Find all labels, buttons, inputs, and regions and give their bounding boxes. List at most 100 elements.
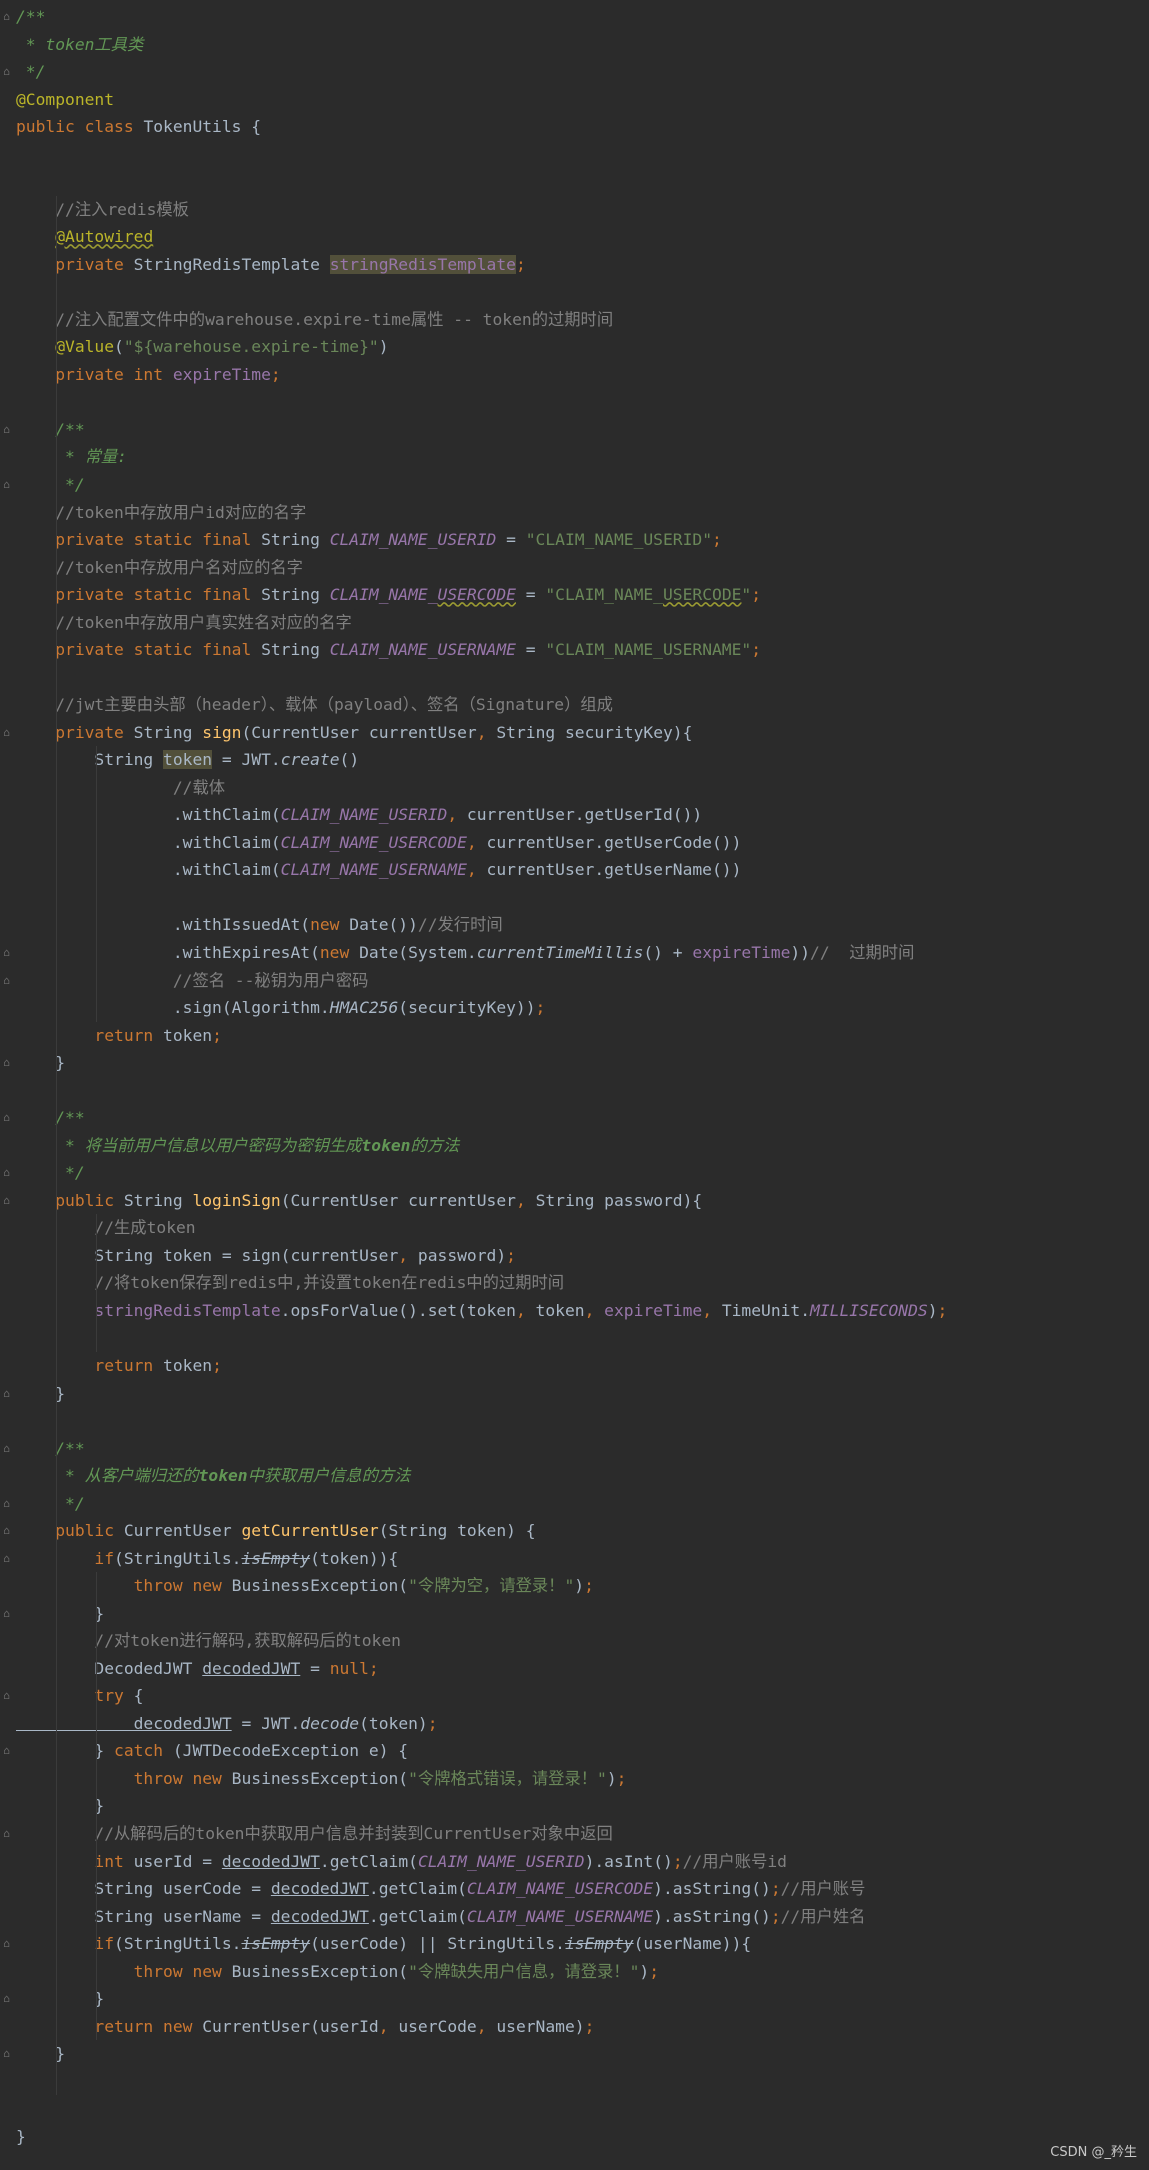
code-line[interactable]: .withClaim(CLAIM_NAME_USERID, currentUse… [16, 801, 702, 828]
fold-marker-icon[interactable]: ⌂ [2, 1111, 11, 1124]
fold-marker-icon[interactable]: ⌂ [2, 1497, 11, 1510]
code-line[interactable]: DecodedJWT decodedJWT = null; [16, 1655, 378, 1682]
code-line[interactable]: throw new BusinessException("令牌缺失用户信息，请登… [16, 1958, 659, 1985]
code-line[interactable]: /** [16, 1435, 84, 1462]
code-line[interactable]: public class TokenUtils { [16, 113, 261, 140]
code-line[interactable]: try { [16, 1682, 143, 1709]
code-line[interactable]: /** [16, 416, 84, 443]
fold-marker-icon[interactable]: ⌂ [2, 974, 11, 987]
code-line[interactable]: return new CurrentUser(userId, userCode,… [16, 2013, 594, 2040]
code-line[interactable]: if(StringUtils.isEmpty(userCode) || Stri… [16, 1930, 751, 1957]
code-line[interactable]: .withClaim(CLAIM_NAME_USERNAME, currentU… [16, 856, 742, 883]
code-line[interactable]: } [16, 1600, 104, 1627]
code-line[interactable]: .withClaim(CLAIM_NAME_USERCODE, currentU… [16, 829, 742, 856]
code-line[interactable]: private StringRedisTemplate stringRedisT… [16, 251, 526, 278]
indent-guide [96, 746, 97, 1022]
code-line[interactable]: } [16, 2040, 65, 2067]
code-line[interactable]: @Component [16, 86, 114, 113]
fold-marker-icon[interactable]: ⌂ [2, 1442, 11, 1455]
fold-marker-icon[interactable]: ⌂ [2, 1992, 11, 2005]
fold-marker-icon[interactable]: ⌂ [2, 726, 11, 739]
code-line[interactable]: public CurrentUser getCurrentUser(String… [16, 1517, 536, 1544]
code-line[interactable]: /** [16, 1104, 84, 1131]
code-line[interactable]: private static final String CLAIM_NAME_U… [16, 526, 722, 553]
fold-marker-icon[interactable]: ⌂ [2, 1387, 11, 1400]
code-line[interactable]: private static final String CLAIM_NAME_U… [16, 581, 761, 608]
code-token: ; [751, 585, 762, 605]
code-line[interactable]: //jwt主要由头部（header）、载体（payload）、签名（Signat… [16, 691, 613, 718]
code-line[interactable]: int userId = decodedJWT.getClaim(CLAIM_N… [16, 1848, 787, 1875]
code-line[interactable]: //生成token [16, 1214, 195, 1241]
code-editor[interactable]: ⌂ ⌂ ⌂ ⌂ ⌂ ⌂ ⌂ ⌂ ⌂ ⌂ ⌂ ⌂ ⌂ ⌂ ⌂ ⌂ ⌂ ⌂ ⌂ ⌂ ⌂ ⌂ ⌂ /** * token工具类 *… [0, 0, 1149, 2170]
code-token: (String token) { [378, 1521, 536, 1541]
code-token: //签名 --秘钥为用户密码 [16, 970, 369, 990]
code-line[interactable]: /** [16, 3, 45, 30]
code-area[interactable]: /** * token工具类 */ @Component public class … [16, 0, 1141, 2170]
code-line[interactable]: //签名 --秘钥为用户密码 [16, 967, 369, 994]
code-line[interactable]: } [16, 1985, 104, 2012]
code-line[interactable]: .withIssuedAt(new Date())//发行时间 [16, 911, 503, 938]
code-line[interactable]: //注入配置文件中的warehouse.expire-time属性 -- tok… [16, 306, 613, 333]
fold-marker-icon[interactable]: ⌂ [2, 1056, 11, 1069]
code-token: .getClaim( [368, 1879, 467, 1899]
code-line[interactable]: } [16, 1792, 104, 1819]
fold-marker-icon[interactable]: ⌂ [2, 2047, 11, 2060]
fold-marker-icon[interactable]: ⌂ [2, 1524, 11, 1537]
code-line[interactable]: //对token进行解码,获取解码后的token [16, 1627, 401, 1654]
code-line[interactable]: private String sign(CurrentUser currentU… [16, 719, 692, 746]
code-line[interactable]: throw new BusinessException("令牌为空，请登录！")… [16, 1572, 594, 1599]
code-line[interactable]: } [16, 1049, 65, 1076]
fold-marker-icon[interactable]: ⌂ [2, 478, 11, 491]
code-line[interactable]: return token; [16, 1022, 221, 1049]
code-line[interactable]: } catch (JWTDecodeException e) { [16, 1737, 408, 1764]
code-line[interactable]: //token中存放用户id对应的名字 [16, 499, 306, 526]
code-line[interactable]: */ [16, 1490, 85, 1517]
code-line[interactable]: public String loginSign(CurrentUser curr… [16, 1187, 702, 1214]
code-line[interactable]: //载体 [16, 774, 225, 801]
code-line[interactable]: stringRedisTemplate.opsForValue().set(to… [16, 1297, 947, 1324]
fold-marker-icon[interactable]: ⌂ [2, 423, 11, 436]
fold-marker-icon[interactable]: ⌂ [2, 1607, 11, 1620]
code-line[interactable]: if(StringUtils.isEmpty(token)){ [16, 1545, 398, 1572]
code-token: int [16, 1851, 134, 1871]
code-token: CurrentUser [123, 1521, 242, 1541]
code-line[interactable]: //从解码后的token中获取用户信息并封装到CurrentUser对象中返回 [16, 1820, 612, 1847]
code-token: String token = sign(currentUser [16, 1245, 399, 1265]
code-line[interactable]: * 常量: [16, 443, 127, 470]
code-line[interactable]: String userCode = decodedJWT.getClaim(CL… [16, 1875, 865, 1902]
code-line[interactable]: * 将当前用户信息以用户密码为密钥生成token的方法 [16, 1132, 459, 1159]
code-line[interactable]: @Autowired [16, 223, 153, 250]
code-line[interactable]: return token; [16, 1352, 221, 1379]
fold-marker-icon[interactable]: ⌂ [2, 1552, 11, 1565]
fold-marker-icon[interactable]: ⌂ [2, 1689, 11, 1702]
code-line[interactable]: //将token保存到redis中,并设置token在redis中的过期时间 [16, 1269, 564, 1296]
code-line[interactable]: */ [16, 58, 46, 85]
code-line[interactable]: String userName = decodedJWT.getClaim(CL… [16, 1903, 865, 1930]
code-line[interactable]: } [16, 1380, 65, 1407]
code-line[interactable]: String token = sign(currentUser, passwor… [16, 1242, 516, 1269]
fold-marker-icon[interactable]: ⌂ [2, 946, 11, 959]
fold-marker-icon[interactable]: ⌂ [2, 1937, 11, 1950]
code-line[interactable]: throw new BusinessException("令牌格式错误，请登录！… [16, 1765, 627, 1792]
code-line[interactable]: .withExpiresAt(new Date(System.currentTi… [16, 939, 915, 966]
code-line[interactable]: * token工具类 [16, 31, 143, 58]
fold-marker-icon[interactable]: ⌂ [2, 65, 11, 78]
code-token: .withIssuedAt( [16, 915, 311, 935]
code-line[interactable]: } [16, 2123, 26, 2150]
code-line[interactable]: //token中存放用户真实姓名对应的名字 [16, 609, 352, 636]
code-line[interactable]: */ [16, 1159, 85, 1186]
fold-marker-icon[interactable]: ⌂ [2, 1166, 11, 1179]
code-line[interactable]: private static final String CLAIM_NAME_U… [16, 636, 761, 663]
code-line[interactable]: @Value("${warehouse.expire-time}") [16, 333, 388, 360]
code-line[interactable]: */ [16, 471, 85, 498]
fold-marker-icon[interactable]: ⌂ [2, 1744, 11, 1757]
code-line[interactable]: //注入redis模板 [16, 196, 189, 223]
code-line[interactable]: //token中存放用户名对应的名字 [16, 554, 303, 581]
fold-marker-icon[interactable]: ⌂ [2, 1827, 11, 1840]
fold-marker-icon[interactable]: ⌂ [2, 1194, 11, 1207]
fold-marker-icon[interactable]: ⌂ [2, 10, 11, 23]
code-line[interactable]: String token = JWT.create() [16, 746, 359, 773]
code-token: ) [574, 1576, 585, 1596]
code-line[interactable]: decodedJWT = JWT.decode(token); [16, 1710, 438, 1737]
code-line[interactable]: * 从客户端归还的token中获取用户信息的方法 [16, 1462, 410, 1489]
